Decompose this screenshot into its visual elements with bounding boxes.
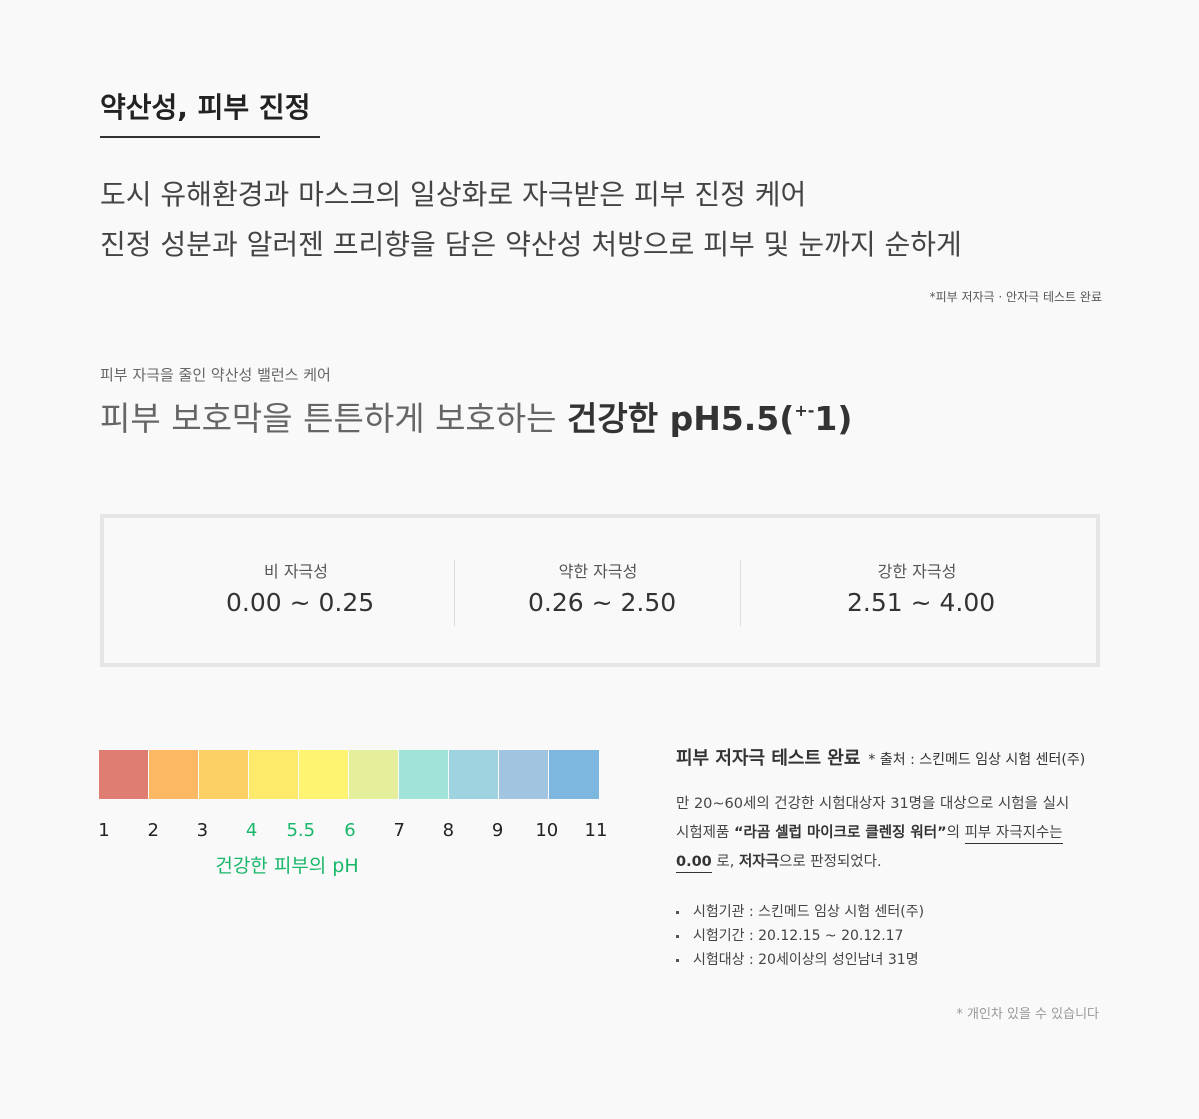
ph-cell-5: [299, 750, 349, 799]
index-label: 피부 자극지수는: [964, 825, 1063, 844]
intro-text: 도시 유해환경과 마스크의 일상화로 자극받은 피부 진정 케어 진정 성분과 …: [100, 170, 962, 270]
ph-cell-1: [99, 750, 149, 799]
level-mild-irritant: 약한 자극성 0.26 ~ 2.50: [528, 558, 677, 617]
desc-mid: 의: [946, 825, 965, 841]
ph-cell-9: [499, 750, 549, 799]
detail-period: 시험기간 : 20.12.15 ~ 20.12.17: [676, 924, 924, 948]
ph-tick-11: 11: [584, 820, 608, 841]
ph-headline: 피부 보호막을 튼튼하게 보호하는 건강한 pH5.5(+-1): [100, 392, 852, 440]
level-range: 2.51 ~ 4.00: [847, 588, 996, 617]
test-details: 시험기관 : 스킨메드 임상 시험 센터(주) 시험기간 : 20.12.15 …: [676, 900, 924, 972]
headline-strong: 건강한 pH5.5(+-1): [567, 399, 852, 438]
desc-prefix: 시험제품: [676, 825, 734, 841]
test-description: 만 20~60세의 건강한 시험대상자 31명을 대상으로 시험을 실시 시험제…: [676, 790, 1106, 877]
intro-line-2: 진정 성분과 알러젠 프리향을 담은 약산성 처방으로 피부 및 눈까지 순하게: [100, 228, 962, 261]
product-name: “라곰 셀럽 마이크로 클렌징 워터”: [733, 825, 947, 841]
detail-subjects: 시험대상 : 20세이상의 성인남녀 31명: [676, 948, 924, 972]
ph-cell-4: [249, 750, 299, 799]
desc-line-1: 만 20~60세의 건강한 시험대상자 31명을 대상으로 시험을 실시: [676, 796, 1070, 812]
desc-line-3: 0.00 로, 저자극으로 판정되었다.: [676, 848, 1106, 877]
level-label: 강한 자극성: [877, 562, 957, 581]
intro-line-1: 도시 유해환경과 마스크의 일상화로 자극받은 피부 진정 케어: [100, 178, 807, 211]
ph-tick-6: 6: [344, 820, 356, 841]
desc-mid2: 로,: [711, 854, 739, 870]
headline-light: 피부 보호막을 튼튼하게 보호하는: [100, 399, 567, 438]
level-non-irritant: 비 자극성 0.00 ~ 0.25: [226, 558, 375, 617]
page: 약산성, 피부 진정 도시 유해환경과 마스크의 일상화로 자극받은 피부 진정…: [0, 0, 1199, 1119]
section-title: 약산성, 피부 진정: [100, 86, 320, 138]
divider: [454, 560, 455, 626]
headline-end: 1): [814, 399, 853, 438]
detail-institution: 시험기관 : 스킨메드 임상 시험 센터(주): [676, 900, 924, 924]
level-strong-irritant: 강한 자극성 2.51 ~ 4.00: [847, 558, 996, 617]
ph-cell-8: [449, 750, 499, 799]
ph-tick-5-5: 5.5: [286, 820, 316, 841]
ph-cell-6: [349, 750, 399, 799]
ph-tick-8: 8: [442, 820, 455, 841]
test-title: 피부 저자극 테스트 완료 * 출처 : 스킨메드 임상 시험 센터(주): [676, 744, 1085, 770]
desc-line-2: 시험제품 “라곰 셀럽 마이크로 클렌징 워터”의 피부 자극지수는: [676, 819, 1106, 848]
level-range: 0.00 ~ 0.25: [226, 588, 375, 617]
ph-sub-label: 피부 자극을 줄인 약산성 밸런스 케어: [100, 366, 331, 384]
ph-cell-7: [399, 750, 449, 799]
test-title-text: 피부 저자극 테스트 완료: [676, 748, 861, 769]
headline-sup: +-: [794, 401, 815, 420]
test-note-top: *피부 저자극 · 안자극 테스트 완료: [929, 290, 1102, 304]
verdict: 저자극: [738, 854, 779, 870]
level-range: 0.26 ~ 2.50: [528, 588, 677, 617]
ph-tick-7: 7: [393, 820, 405, 841]
test-source: * 출처 : 스킨메드 임상 시험 센터(주): [868, 752, 1086, 768]
headline-strong-text: 건강한 pH5.5(: [567, 399, 795, 438]
divider: [740, 560, 741, 626]
ph-cell-3: [199, 750, 249, 799]
ph-tick-1: 1: [98, 820, 110, 841]
ph-cell-2: [149, 750, 199, 799]
individual-difference-note: * 개인차 있을 수 있습니다: [956, 1007, 1099, 1022]
ph-tick-2: 2: [147, 820, 159, 841]
ph-cell-10: [549, 750, 599, 799]
ph-tick-4: 4: [245, 820, 258, 841]
ph-color-bar: [99, 750, 599, 799]
level-label: 비 자극성: [264, 562, 328, 581]
ph-tick-10: 10: [535, 820, 559, 841]
level-label: 약한 자극성: [558, 562, 638, 581]
ph-tick-9: 9: [491, 820, 504, 841]
irritation-levels-box: 비 자극성 0.00 ~ 0.25 약한 자극성 0.26 ~ 2.50 강한 …: [100, 514, 1100, 667]
ph-tick-3: 3: [196, 820, 209, 841]
desc-end: 으로 판정되었다.: [778, 854, 882, 870]
score: 0.00: [676, 854, 712, 873]
ph-caption: 건강한 피부의 pH: [215, 855, 359, 877]
